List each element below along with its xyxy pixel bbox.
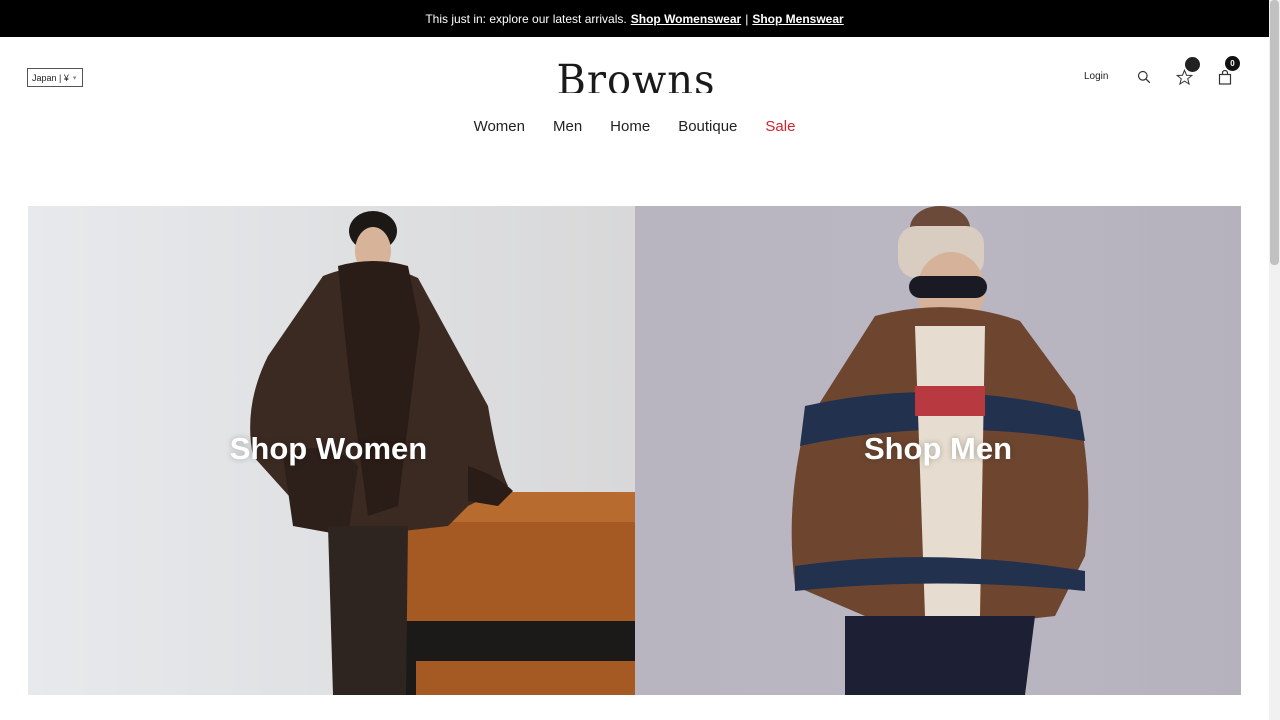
shop-women-banner[interactable]: Shop Women xyxy=(28,206,635,695)
nav-women[interactable]: Women xyxy=(474,118,525,142)
wishlist-indicator xyxy=(1185,57,1200,72)
locale-label: Japan | ¥ xyxy=(32,72,69,83)
announcement-separator: | xyxy=(745,11,749,26)
search-button[interactable] xyxy=(1134,67,1154,87)
logo-text: Browns xyxy=(556,57,716,93)
nav-home[interactable]: Home xyxy=(610,118,650,142)
announcement-bar: This just in: explore our latest arrival… xyxy=(0,0,1269,37)
bag-icon xyxy=(1218,69,1232,85)
page-scrollbar-thumb[interactable] xyxy=(1270,0,1279,265)
chevron-down-icon: ▾ xyxy=(72,74,77,82)
nav-sale[interactable]: Sale xyxy=(765,118,795,142)
bag-count-badge: 0 xyxy=(1225,56,1240,71)
shop-womenswear-link[interactable]: Shop Womenswear xyxy=(631,12,741,26)
main-nav: Women Men Home Boutique Sale xyxy=(0,118,1269,142)
locale-selector[interactable]: Japan | ¥ ▾ xyxy=(27,68,84,87)
nav-men[interactable]: Men xyxy=(553,118,582,142)
shop-menswear-link[interactable]: Shop Menswear xyxy=(752,12,843,26)
announcement-text: This just in: explore our latest arrival… xyxy=(425,11,627,26)
shop-men-label: Shop Men xyxy=(863,431,1013,466)
search-icon xyxy=(1137,70,1151,84)
login-link[interactable]: Login xyxy=(1084,71,1108,82)
shop-women-label: Shop Women xyxy=(229,431,428,466)
shop-men-banner[interactable]: Shop Men xyxy=(635,206,1241,695)
nav-boutique[interactable]: Boutique xyxy=(678,118,737,142)
browns-logo[interactable]: Browns xyxy=(556,57,716,93)
site-header: Japan | ¥ ▾ Browns Login 0 xyxy=(0,37,1269,117)
